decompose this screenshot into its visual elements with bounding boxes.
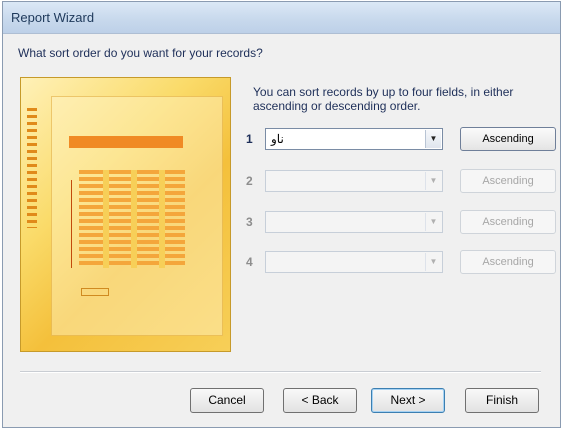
chevron-down-icon[interactable]: ▼ [425,213,441,231]
sort-field-3-combo[interactable]: ▼ [265,211,443,233]
sort-order-2-button[interactable]: Ascending [460,169,556,193]
sort-description: You can sort records by up to four field… [253,85,514,113]
sort-field-4-combo[interactable]: ▼ [265,251,443,273]
sort-field-1-value: ناو [271,132,284,146]
footer-separator [20,371,541,373]
report-preview-illustration [20,77,231,352]
back-button[interactable]: < Back [283,388,357,413]
sort-question-label: What sort order do you want for your rec… [18,46,263,60]
report-wizard-window: Report Wizard What sort order do you wan… [2,1,561,428]
sort-row-number: 2 [246,174,253,188]
chevron-down-icon[interactable]: ▼ [425,130,441,148]
finish-button[interactable]: Finish [465,388,539,413]
cancel-button[interactable]: Cancel [190,388,264,413]
sort-row-number: 1 [246,132,253,146]
sort-order-1-button[interactable]: Ascending [460,127,556,151]
sort-row-number: 4 [246,255,253,269]
chevron-down-icon[interactable]: ▼ [425,253,441,271]
window-title: Report Wizard [11,10,95,25]
sort-arrow-icon [71,180,72,268]
sort-field-2-combo[interactable]: ▼ [265,170,443,192]
next-button[interactable]: Next > [371,388,445,413]
chevron-down-icon[interactable]: ▼ [425,172,441,190]
binding-decoration [27,108,37,228]
preview-footer [81,288,109,296]
sort-order-3-button[interactable]: Ascending [460,210,556,234]
preview-header-bar [69,136,183,148]
title-bar[interactable]: Report Wizard [3,2,560,34]
sort-row-number: 3 [246,215,253,229]
sort-order-4-button[interactable]: Ascending [460,250,556,274]
sort-field-1-combo[interactable]: ناو ▼ [265,128,443,150]
